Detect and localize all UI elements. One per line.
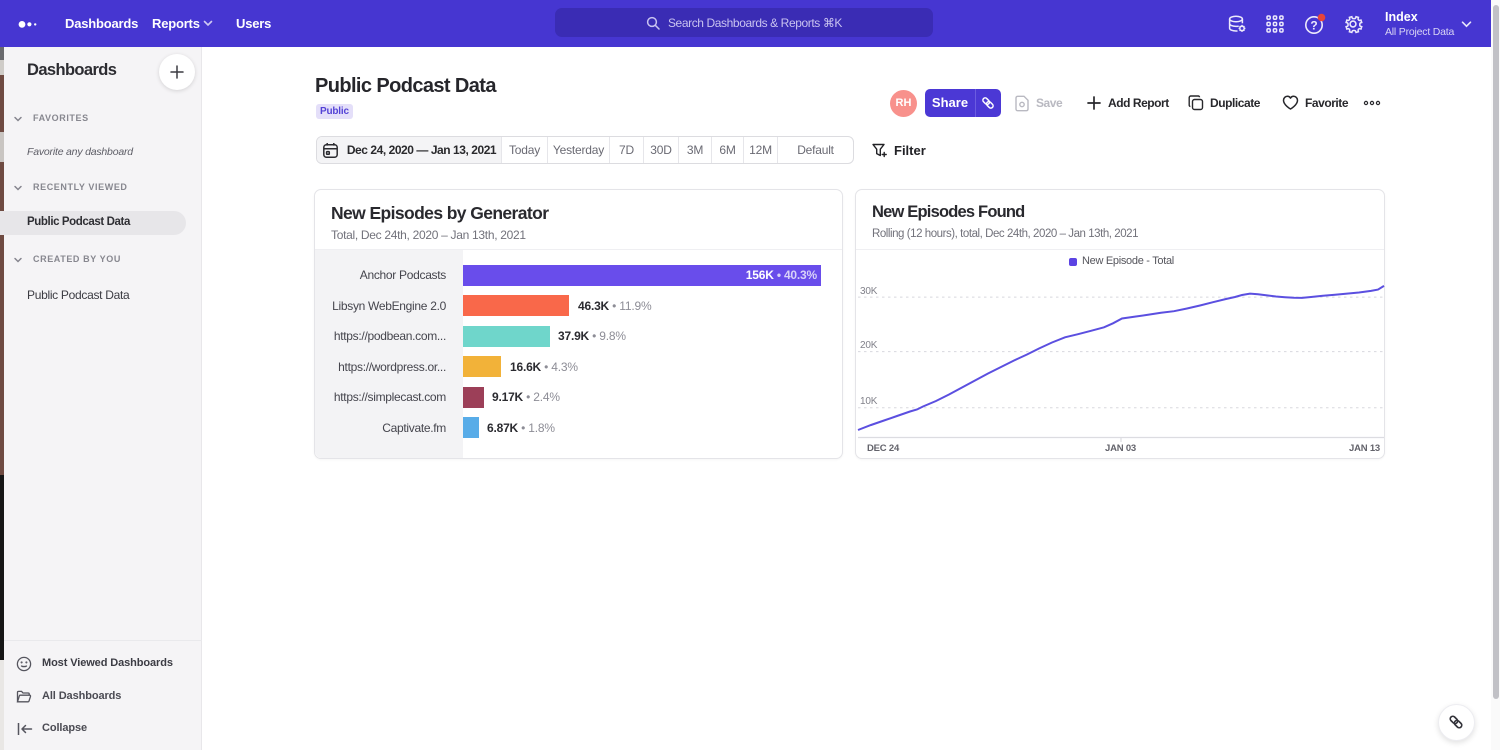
svg-text:?: ? — [1310, 19, 1317, 33]
